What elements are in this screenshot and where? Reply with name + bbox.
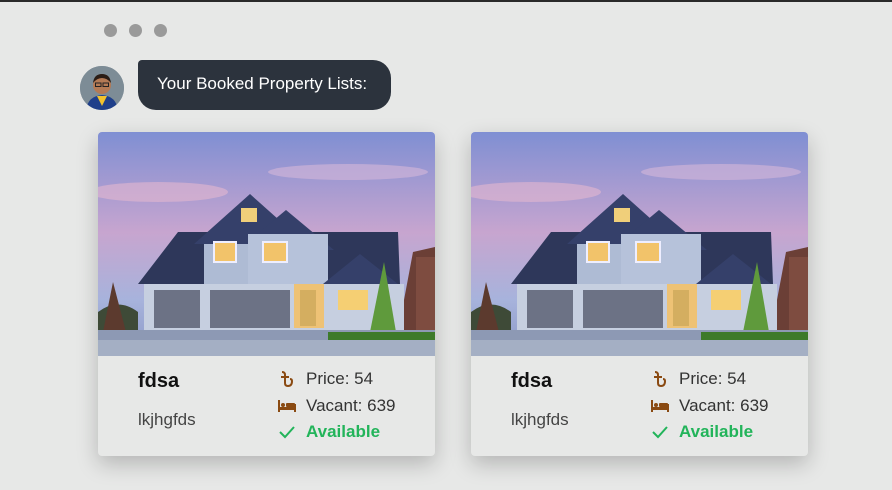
status-row: Available <box>278 422 380 442</box>
taka-icon <box>278 370 296 388</box>
bed-icon <box>651 397 669 415</box>
property-image <box>98 132 435 356</box>
typing-dot <box>129 24 142 37</box>
price-row: Price: 54 <box>651 369 746 389</box>
property-card[interactable]: fdsa lkjhgfds Price: 54 Vacant: 639 Avai… <box>98 132 435 456</box>
avatar <box>80 66 124 110</box>
check-icon <box>278 423 296 441</box>
check-icon <box>651 423 669 441</box>
status-badge: Available <box>679 422 754 441</box>
property-subtitle: lkjhgfds <box>511 410 569 429</box>
top-border <box>0 0 892 2</box>
vacant-text: Vacant: 639 <box>679 396 769 415</box>
status-row: Available <box>651 422 753 442</box>
typing-dot <box>104 24 117 37</box>
price-row: Price: 54 <box>278 369 373 389</box>
chat-bubble: Your Booked Property Lists: <box>138 60 391 110</box>
typing-dot <box>154 24 167 37</box>
property-subtitle: lkjhgfds <box>138 410 196 429</box>
property-title: fdsa <box>511 370 553 392</box>
bed-icon <box>278 397 296 415</box>
property-card[interactable]: fdsa lkjhgfds Price: 54 Vacant: 639 Avai… <box>471 132 808 456</box>
property-title: fdsa <box>138 370 180 392</box>
price-text: Price: 54 <box>306 369 374 388</box>
vacant-text: Vacant: 639 <box>306 396 396 415</box>
vacant-row: Vacant: 639 <box>278 396 395 416</box>
typing-indicator <box>104 24 167 37</box>
status-badge: Available <box>306 422 381 441</box>
price-text: Price: 54 <box>679 369 747 388</box>
property-image <box>471 132 808 356</box>
taka-icon <box>651 370 669 388</box>
vacant-row: Vacant: 639 <box>651 396 768 416</box>
